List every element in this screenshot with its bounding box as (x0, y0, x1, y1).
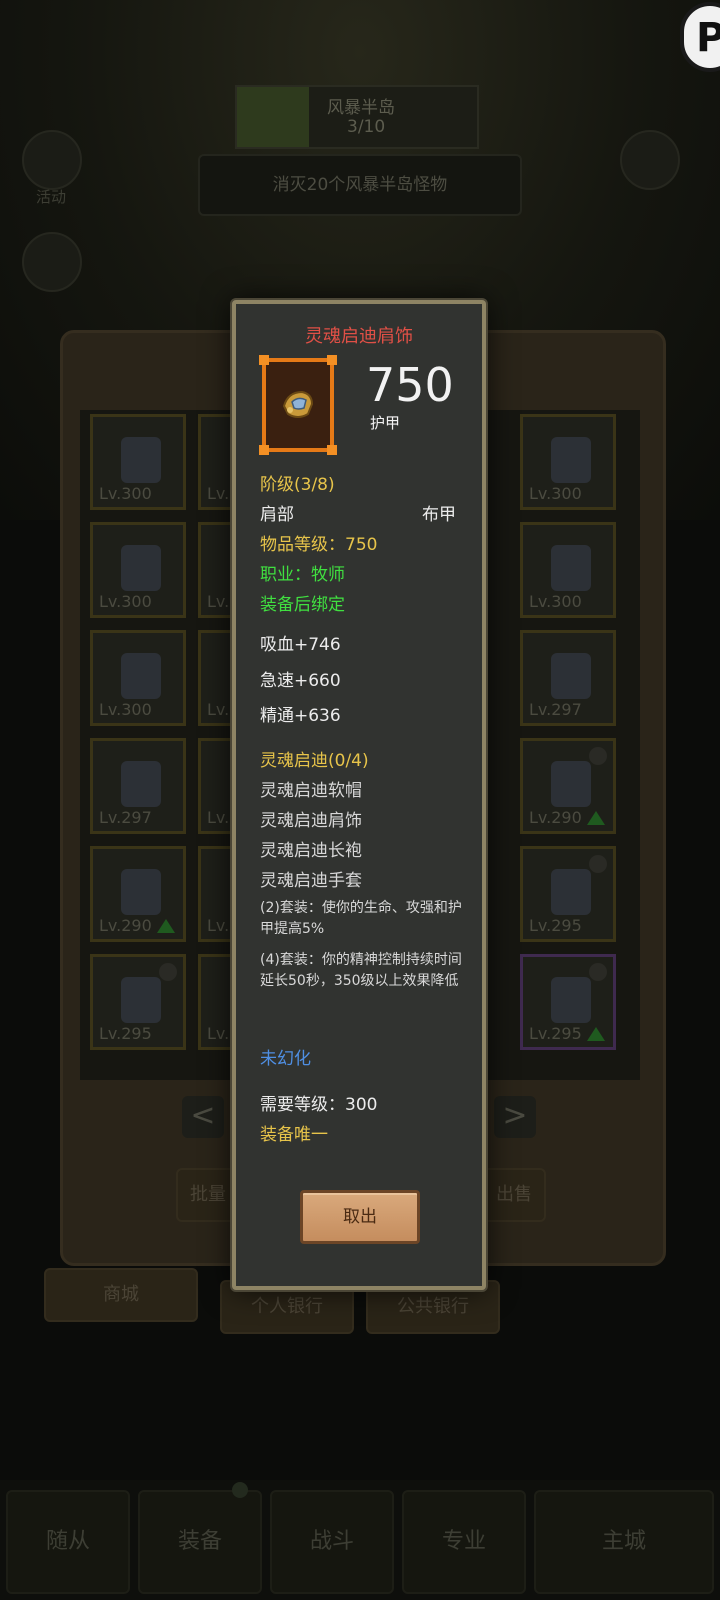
stat-line: 吸血+746 (260, 635, 341, 655)
lock-icon (589, 747, 607, 765)
bank-slot[interactable]: Lv.297 (520, 630, 616, 726)
armor-label: 护甲 (370, 414, 401, 432)
leg-armor-icon (551, 545, 591, 591)
slot-level: Lv.300 (529, 484, 582, 503)
slot-level: Lv. (207, 592, 230, 611)
frame-corner (327, 355, 337, 365)
slot-level: Lv.300 (529, 592, 582, 611)
tab-profession[interactable]: 专业 (402, 1490, 526, 1594)
slot-level: Lv. (207, 916, 230, 935)
bank-slot[interactable]: Lv.300 (90, 630, 186, 726)
notification-dot (232, 1482, 248, 1498)
tab-battle[interactable]: 战斗 (270, 1490, 394, 1594)
activity-icon[interactable] (22, 130, 82, 190)
quest-tracker[interactable]: 风暴半岛 3/10 (235, 85, 479, 149)
lock-icon (589, 855, 607, 873)
store-tab[interactable]: 商城 (44, 1268, 198, 1322)
slot-level: Lv.295 (529, 1024, 582, 1043)
ring-item-icon (551, 869, 591, 915)
transmog-status: 未幻化 (260, 1049, 311, 1069)
bank-slot[interactable]: Lv.295 (520, 846, 616, 942)
slot-level: Lv.295 (529, 916, 582, 935)
leg-armor-icon (121, 653, 161, 699)
set-item: 灵魂启迪肩饰 (260, 811, 362, 831)
slot-level: Lv.300 (99, 592, 152, 611)
sell-button[interactable]: 出售 (482, 1168, 546, 1222)
item-slot: 肩部 (260, 505, 294, 525)
stat-line: 急速+660 (260, 671, 341, 691)
unique-equip: 装备唯一 (260, 1125, 328, 1145)
slot-level: Lv.300 (99, 700, 152, 719)
item-tooltip-panel: 灵魂启迪肩饰 750 护甲 阶级(3/8) 肩部 布甲 物品等级：750 职业：… (232, 300, 486, 1290)
slot-level: Lv.297 (529, 700, 582, 719)
bank-slot[interactable]: Lv.300 (520, 522, 616, 618)
slot-level: Lv. (207, 808, 230, 827)
slot-level: Lv.290 (99, 916, 152, 935)
item-tier: 阶级(3/8) (260, 475, 335, 495)
tab-equipment[interactable]: 装备 (138, 1490, 262, 1594)
slot-level: Lv. (207, 484, 230, 503)
bank-slot[interactable]: Lv.297 (90, 738, 186, 834)
slot-level: Lv.297 (99, 808, 152, 827)
bottom-tab-bar: 随从 装备 战斗 专业 主城 (0, 1480, 720, 1600)
ring-item-icon (551, 977, 591, 1023)
bank-slot[interactable]: Lv.290 (90, 846, 186, 942)
chest-armor-icon (121, 761, 161, 807)
side-menu-icon[interactable] (22, 232, 82, 292)
bank-slot[interactable]: Lv.300 (520, 414, 616, 510)
shoulder-armor-icon (282, 390, 314, 418)
set-name: 灵魂启迪(0/4) (260, 751, 369, 771)
lock-icon (589, 963, 607, 981)
tab-followers[interactable]: 随从 (6, 1490, 130, 1594)
upgrade-arrow-icon (157, 919, 175, 933)
lock-icon (159, 963, 177, 981)
leg-armor-icon (551, 437, 591, 483)
set-bonus-2: (2)套装：使你的生命、攻强和护甲提高5% (260, 900, 462, 937)
item-bind: 装备后绑定 (260, 595, 345, 615)
withdraw-button[interactable]: 取出 (300, 1190, 420, 1244)
quest-region-name: 风暴半岛 (327, 98, 395, 118)
bank-slot[interactable]: Lv.295 (90, 954, 186, 1050)
bank-slot[interactable]: Lv.300 (90, 414, 186, 510)
upgrade-arrow-icon (587, 811, 605, 825)
quest-progress: 3/10 (347, 117, 386, 137)
quest-task-text[interactable]: 消灭20个风暴半岛怪物 (198, 154, 522, 216)
stat-line: 精通+636 (260, 706, 341, 726)
set-bonus-4: (4)套装：你的精神控制持续时间延长50秒，350级以上效果降低 (260, 952, 462, 989)
item-name: 灵魂启迪肩饰 (305, 326, 413, 347)
ring-item-icon (121, 977, 161, 1023)
item-material: 布甲 (422, 505, 456, 525)
prev-page-button[interactable]: < (182, 1096, 224, 1138)
frame-corner (259, 445, 269, 455)
sword-item-icon (121, 869, 161, 915)
next-page-button[interactable]: > (494, 1096, 536, 1138)
wing-item-icon (121, 437, 161, 483)
tab-main-city[interactable]: 主城 (534, 1490, 714, 1594)
set-item: 灵魂启迪软帽 (260, 781, 362, 801)
leg-armor-icon (121, 545, 161, 591)
settings-gear-icon[interactable] (620, 130, 680, 190)
quest-region-thumbnail (237, 87, 309, 147)
bank-slot[interactable]: Lv.295 (520, 954, 616, 1050)
batch-button[interactable]: 批量 (176, 1168, 240, 1222)
set-item: 灵魂启迪长袍 (260, 841, 362, 861)
sword-item-icon (551, 761, 591, 807)
slot-level: Lv.295 (99, 1024, 152, 1043)
activity-label: 活动 (36, 188, 67, 206)
required-level: 需要等级：300 (260, 1095, 378, 1115)
item-icon-frame (259, 355, 337, 455)
item-class: 职业：牧师 (260, 565, 345, 585)
bank-slot[interactable]: Lv.290 (520, 738, 616, 834)
upgrade-arrow-icon (587, 1027, 605, 1041)
slot-level: Lv.300 (99, 484, 152, 503)
slot-level: Lv. (207, 1024, 230, 1043)
chest-armor-icon (551, 653, 591, 699)
item-level: 物品等级：750 (260, 535, 378, 555)
slot-level: Lv. (207, 700, 230, 719)
armor-value: 750 (366, 358, 454, 412)
slot-level: Lv.290 (529, 808, 582, 827)
set-item: 灵魂启迪手套 (260, 871, 362, 891)
bank-slot[interactable]: Lv.300 (90, 522, 186, 618)
